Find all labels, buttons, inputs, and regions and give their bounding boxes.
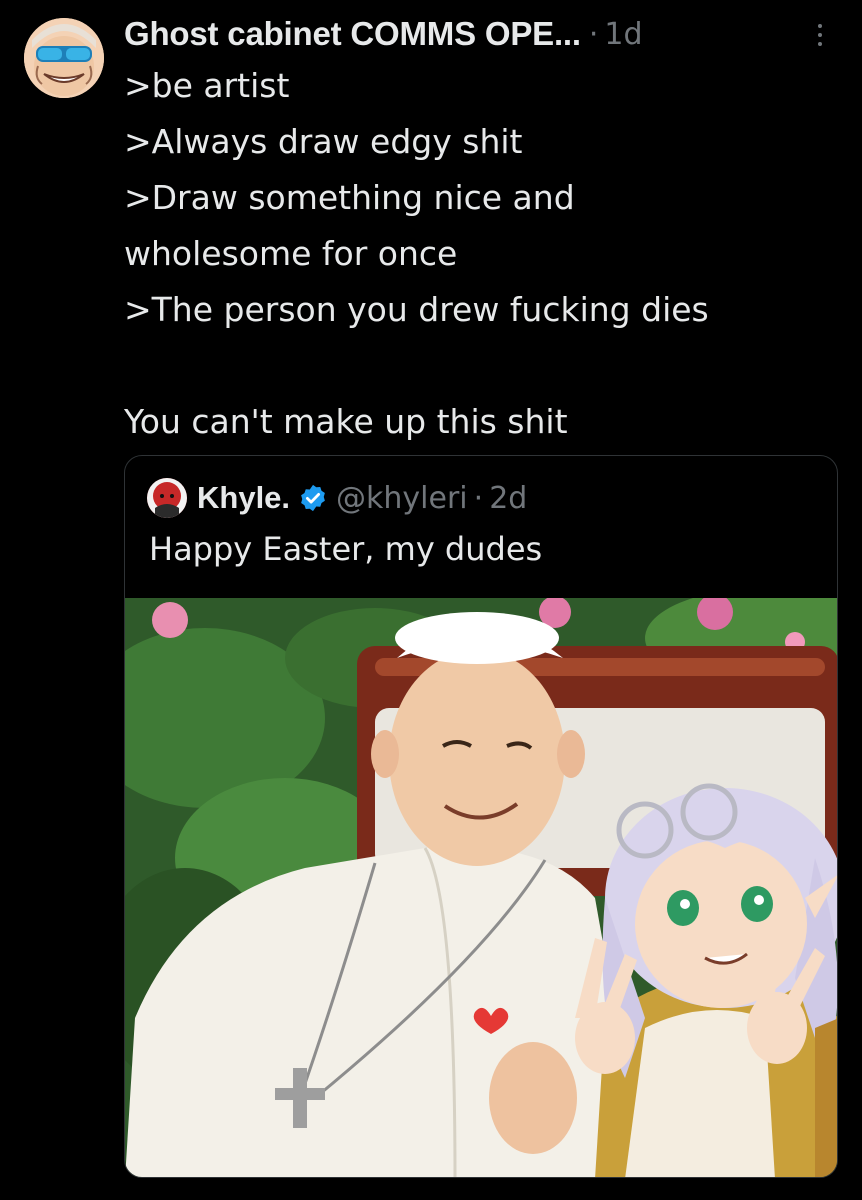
quoted-author-handle[interactable]: @khyleri [336,481,468,516]
quoted-post-time[interactable]: 2d [489,481,527,516]
illustration [125,598,837,1177]
tweet-text: >be artist >Always draw edgy shit >Draw … [124,58,824,450]
verified-badge-icon [298,483,328,513]
quoted-header-separator: · [473,480,484,516]
quoted-tweet[interactable]: Khyle. @khyleri · 2d Happy Easter, my du… [124,455,838,1178]
header-separator: · [588,16,599,52]
more-dots-icon[interactable] [808,20,832,50]
quoted-tweet-header: Khyle. @khyleri · 2d [147,476,527,520]
quoted-tweet-image[interactable] [125,598,837,1177]
tweet-header: Ghost cabinet COMMS OPE... · 1d [124,12,832,56]
tweet-line: >The person you drew fucking dies [124,290,709,329]
quoted-avatar-image [147,478,187,518]
tweet-line: >Always draw edgy shit [124,122,523,161]
tweet[interactable]: Ghost cabinet COMMS OPE... · 1d >be arti… [0,0,862,1200]
tweet-line: wholesome for once [124,234,458,273]
post-time[interactable]: 1d [604,17,642,52]
author-avatar[interactable] [24,18,104,98]
quoted-author-name[interactable]: Khyle. [197,480,290,516]
quoted-author-avatar[interactable] [147,478,187,518]
tweet-line: >be artist [124,66,290,105]
avatar-image [24,18,104,98]
author-name[interactable]: Ghost cabinet COMMS OPE... [124,15,581,53]
tweet-line: You can't make up this shit [124,402,568,441]
quoted-tweet-text: Happy Easter, my dudes [149,530,543,568]
tweet-line: >Draw something nice and [124,178,575,217]
